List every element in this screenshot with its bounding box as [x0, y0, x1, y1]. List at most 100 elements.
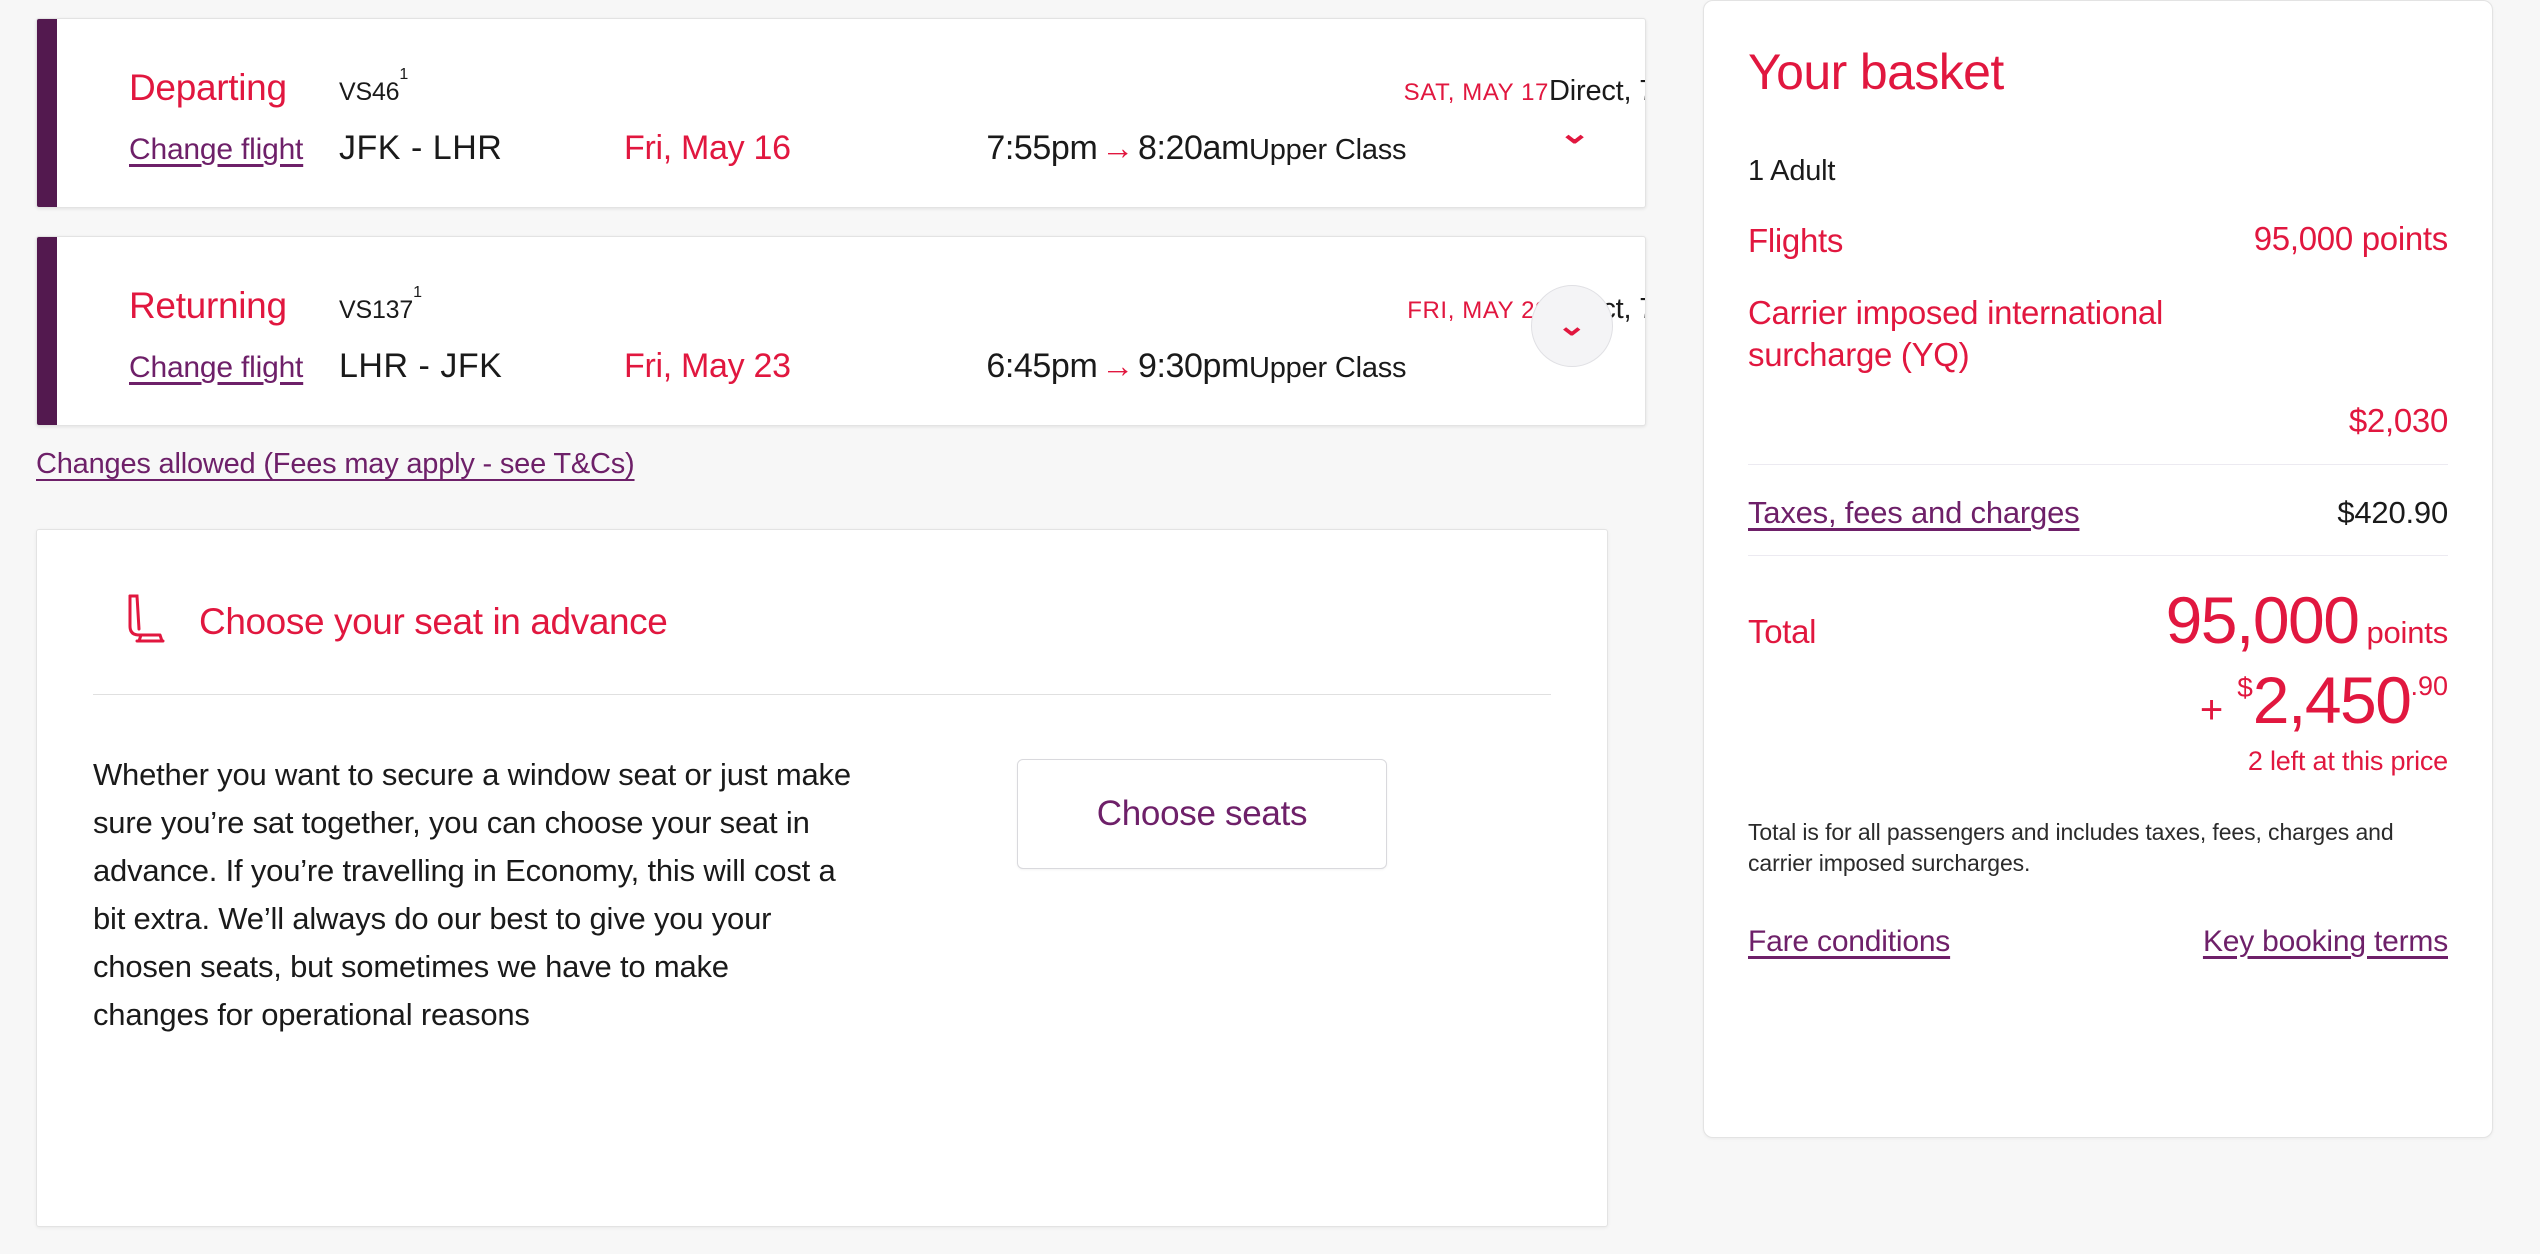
change-flight-link[interactable]: Change flight	[129, 351, 303, 384]
basket-total: Total 95,000 points + $ 2,450 .90 2 left…	[1748, 582, 2448, 777]
arrow-right-icon: →	[1097, 129, 1138, 166]
change-flight-cell[interactable]: Change flight	[129, 133, 339, 167]
origin-code: JFK	[339, 129, 401, 167]
route-cell: JFK-LHR	[339, 129, 624, 168]
total-cash-cents: .90	[2410, 671, 2448, 702]
flight-number-footnote: 1	[399, 66, 408, 83]
basket-links: Fare conditions Key booking terms	[1748, 925, 2448, 959]
route-separator: -	[409, 347, 441, 385]
choose-seat-description: Whether you want to secure a window seat…	[93, 751, 853, 1039]
change-flight-cell[interactable]: Change flight	[129, 351, 339, 385]
itinerary-column: Departing VS461 SAT, MAY 17 Direct, 7h 2…	[36, 18, 1646, 1227]
flight-number-cell: VS461	[339, 78, 639, 107]
departure-time: 6:45pm	[986, 347, 1097, 385]
cabin-class: Upper Class	[1249, 134, 1406, 166]
flight-row-bottom: Change flight JFK-LHR Fri, May 16 7:55pm…	[129, 129, 1611, 168]
flight-number-footnote: 1	[413, 284, 422, 301]
flight-number: VS1371	[339, 296, 422, 324]
flight-times: 6:45pm→9:30pm	[859, 347, 1249, 386]
points-unit-label: points	[2366, 615, 2448, 651]
fare-conditions-link[interactable]: Fare conditions	[1748, 925, 1950, 959]
choose-seats-button[interactable]: Choose seats	[1017, 759, 1387, 869]
depart-date-cell: Fri, May 16	[624, 129, 859, 168]
total-points-row: Total 95,000 points	[1748, 582, 2448, 658]
basket-footnote: Total is for all passengers and includes…	[1748, 817, 2448, 879]
choose-seat-card: Choose your seat in advance Whether you …	[36, 529, 1608, 1227]
flight-number: VS461	[339, 78, 408, 106]
flight-row-top: Departing VS461 SAT, MAY 17 Direct, 7h 2…	[129, 67, 1611, 109]
departure-time: 7:55pm	[986, 129, 1097, 167]
total-cash-row: + $ 2,450 .90	[1748, 662, 2448, 738]
section-divider	[93, 694, 1551, 695]
airline-seat-icon	[123, 593, 169, 651]
flights-value: 95,000 points	[2254, 220, 2448, 258]
arrival-date: SAT, MAY 17	[1159, 79, 1549, 107]
duration-cell: Direct, 7h 25m	[1549, 75, 1646, 108]
flight-row-bottom: Change flight LHR-JFK Fri, May 23 6:45pm…	[129, 347, 1611, 386]
total-points-value: 95,000	[2166, 582, 2359, 658]
taxes-fees-link[interactable]: Taxes, fees and charges	[1748, 495, 2079, 531]
surcharge-value: $2,030	[1748, 402, 2448, 440]
origin-code: LHR	[339, 347, 409, 385]
route-separator: -	[401, 129, 433, 167]
basket-row-taxes: Taxes, fees and charges $420.90	[1748, 495, 2448, 531]
basket-panel: Your basket 1 Adult Flights 95,000 point…	[1703, 0, 2493, 1138]
flight-direction: Departing	[129, 67, 339, 109]
flight-route: JFK-LHR	[339, 129, 502, 167]
arrival-time: 8:20am	[1138, 129, 1249, 167]
changes-allowed-link[interactable]: Changes allowed (Fees may apply - see T&…	[36, 448, 635, 481]
taxes-value: $420.90	[2337, 495, 2448, 531]
basket-title: Your basket	[1748, 43, 2448, 101]
flight-times: 7:55pm→8:20am	[859, 129, 1249, 168]
key-booking-terms-link[interactable]: Key booking terms	[2203, 925, 2448, 959]
arrive-date-cell: SAT, MAY 17	[1159, 79, 1549, 107]
surcharge-label: Carrier imposed international surcharge …	[1748, 292, 2218, 376]
arrival-time: 9:30pm	[1138, 347, 1249, 385]
flight-route: LHR-JFK	[339, 347, 502, 385]
availability-note: 2 left at this price	[1748, 746, 2448, 777]
change-flight-link[interactable]: Change flight	[129, 133, 303, 166]
departure-date: Fri, May 16	[624, 129, 791, 167]
destination-code: LHR	[433, 129, 503, 167]
arrival-date: FRI, MAY 23	[1159, 297, 1549, 325]
flight-direction: Returning	[129, 285, 339, 327]
cabin-cell: Upper Class	[1249, 134, 1579, 167]
divider	[1748, 555, 2448, 556]
direction-label: Departing	[129, 67, 287, 108]
flight-number-cell: VS1371	[339, 296, 639, 325]
flight-card-returning[interactable]: Returning VS1371 FRI, MAY 23 Direct, 7h …	[36, 236, 1646, 426]
flight-card-departing[interactable]: Departing VS461 SAT, MAY 17 Direct, 7h 2…	[36, 18, 1646, 208]
departure-date: Fri, May 23	[624, 347, 791, 385]
depart-date-cell: Fri, May 23	[624, 347, 859, 386]
chevron-down-icon: ⌄	[1557, 312, 1588, 340]
total-cash-value: 2,450	[2253, 662, 2411, 738]
basket-row-surcharge: Carrier imposed international surcharge …	[1748, 292, 2448, 440]
choose-seats-button-wrap: Choose seats	[853, 751, 1551, 869]
destination-code: JFK	[440, 347, 502, 385]
passenger-count: 1 Adult	[1748, 155, 2448, 188]
basket-row-flights: Flights 95,000 points	[1748, 220, 2448, 262]
booking-page: Departing VS461 SAT, MAY 17 Direct, 7h 2…	[0, 0, 2540, 1254]
times-cell: 6:45pm→9:30pm	[859, 347, 1249, 386]
flight-card-content: Departing VS461 SAT, MAY 17 Direct, 7h 2…	[57, 19, 1645, 207]
choose-seat-title: Choose your seat in advance	[199, 601, 667, 643]
expand-flight-button[interactable]: ⌄	[1531, 285, 1613, 367]
flight-card-content: Returning VS1371 FRI, MAY 23 Direct, 7h …	[57, 237, 1645, 425]
plus-sign: +	[2200, 688, 2223, 733]
currency-symbol: $	[2237, 672, 2253, 704]
choose-seat-header: Choose your seat in advance	[93, 582, 1551, 662]
flight-duration: Direct, 7h 25m	[1549, 75, 1646, 107]
arrow-right-icon: →	[1097, 347, 1138, 384]
direction-label: Returning	[129, 285, 287, 326]
times-cell: 7:55pm→8:20am	[859, 129, 1249, 168]
divider	[1748, 464, 2448, 465]
route-cell: LHR-JFK	[339, 347, 624, 386]
cabin-cell: Upper Class	[1249, 352, 1579, 385]
total-label: Total	[1748, 613, 1816, 651]
choose-seat-body: Whether you want to secure a window seat…	[93, 751, 1551, 1039]
arrive-date-cell: FRI, MAY 23	[1159, 297, 1549, 325]
card-accent-bar	[37, 19, 57, 207]
chevron-down-icon[interactable]: ⌄	[1558, 119, 1591, 149]
cabin-class: Upper Class	[1249, 352, 1406, 384]
total-points-wrap: 95,000 points	[2166, 582, 2448, 658]
